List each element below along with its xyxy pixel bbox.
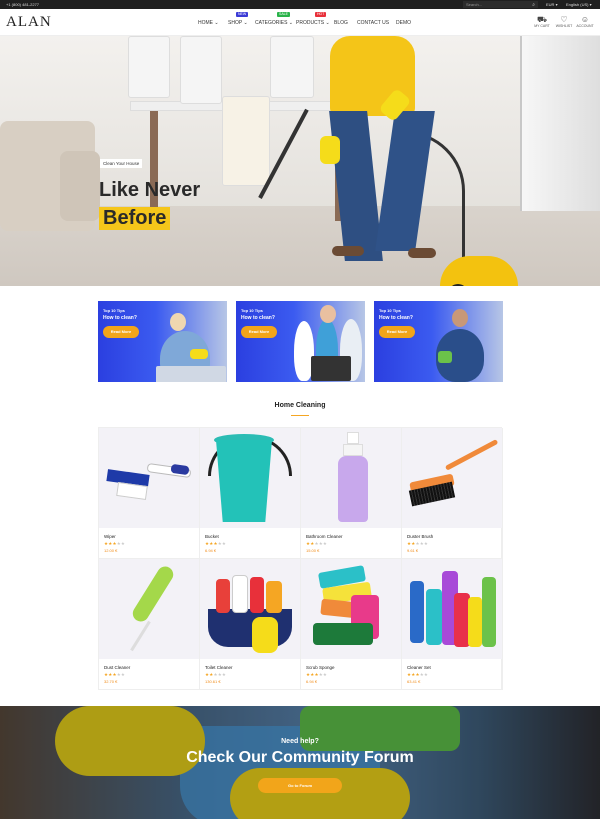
nav-demo[interactable]: DEMO [396,20,411,26]
product-name[interactable]: Bathroom Cleaner [306,534,343,539]
product-name[interactable]: Scrub Sponge [306,665,335,670]
section-title: Home Cleaning [274,402,326,409]
product-card[interactable]: Cleaner Set ★★★★★ 63.41 € [402,559,503,690]
window-image [520,36,600,211]
currency-selector[interactable]: EUR ▾ [546,2,558,7]
rating-stars: ★★★★★ [205,672,227,677]
product-price: 130.61 € [205,679,221,684]
sale-badge: SALE [277,12,290,17]
wishlist-button[interactable]: ♡ WISHLIST [554,15,574,28]
search-placeholder: Search... [466,2,483,7]
product-name[interactable]: Wiper [104,534,116,539]
nav-categories[interactable]: SALE CATEGORIES ⌄ [255,12,293,26]
product-card[interactable]: Bathroom Cleaner ★★★★★ 15.00 € [301,428,402,559]
product-price: 9.61 € [407,548,419,553]
search-icon[interactable]: ⌕ [532,2,535,8]
product-price: 15.00 € [306,548,320,553]
nav-contact[interactable]: CONTACT US [357,20,389,26]
search-input[interactable]: Search... ⌕ [463,1,538,8]
section-underline [291,415,309,416]
hero-title-line1: Like Never [99,179,201,201]
promo-banner-1[interactable]: Top 10 Tips How to clean? Read More [98,301,227,382]
language-selector[interactable]: English (US) ▾ [566,2,592,7]
product-card[interactable]: Wiper ★★★★★ 12.00 € [99,428,200,559]
bottles-icon[interactable] [402,559,502,659]
rating-stars: ★★★★★ [407,672,429,677]
community-forum-banner: Need help? Check Our Community Forum Go … [0,706,600,819]
hero-tag: Clean Your House [100,159,143,168]
read-more-button[interactable]: Read More [379,326,415,338]
top-bar: +1 (800) 481-2277 Search... ⌕ EUR ▾ Engl… [0,0,600,9]
account-button[interactable]: ☺ ACCOUNT [575,15,595,28]
product-name[interactable]: Duster Brush [407,534,433,539]
product-name[interactable]: Toilet Cleaner [205,665,233,670]
product-price: 6.94 € [306,679,318,684]
sponge-icon[interactable] [301,559,401,659]
product-name[interactable]: Dust Cleaner [104,665,130,670]
product-card[interactable]: Toilet Cleaner ★★★★★ 130.61 € [200,559,301,690]
phone-number[interactable]: +1 (800) 481-2277 [6,2,39,7]
product-card[interactable]: Bucket ★★★★★ 6.94 € [200,428,301,559]
nav-blog[interactable]: BLOG [334,20,348,26]
user-icon: ☺ [580,15,590,24]
brush-icon[interactable] [402,428,502,528]
product-card[interactable]: Scrub Sponge ★★★★★ 6.94 € [301,559,402,690]
new-badge: NEW [236,12,249,17]
duster-icon[interactable] [99,559,199,659]
product-name[interactable]: Cleaner Set [407,665,431,670]
product-price: 32.70 € [104,679,118,684]
nav-shop[interactable]: NEW SHOP ⌄ [228,12,249,26]
bucket-icon[interactable] [200,428,300,528]
cart-button[interactable]: ⛟ MY CART [532,15,552,28]
cart-icon: ⛟ [536,15,548,24]
rating-stars: ★★★★★ [407,541,429,546]
rating-stars: ★★★★★ [306,541,328,546]
go-to-forum-button[interactable]: Go to Forum [258,778,342,793]
sofa-image [0,121,100,231]
hero-banner: Clean Your House Like Never Before [0,36,600,286]
product-price: 63.41 € [407,679,421,684]
bottle-icon[interactable] [301,428,401,528]
product-card[interactable]: Dust Cleaner ★★★★★ 32.70 € [99,559,200,690]
product-card[interactable]: Duster Brush ★★★★★ 9.61 € [402,428,503,559]
rating-stars: ★★★★★ [104,672,126,677]
rating-stars: ★★★★★ [306,672,328,677]
product-price: 12.00 € [104,548,118,553]
promo-banner-2[interactable]: Top 10 Tips How to clean? Read More [236,301,365,382]
hot-badge: HOT [315,12,327,17]
wiper-icon[interactable] [99,428,199,528]
heart-icon: ♡ [560,15,568,24]
hero-title-line2: Before [99,207,171,230]
nav-home[interactable]: HOME ⌄ [198,20,219,26]
read-more-button[interactable]: Read More [241,326,277,338]
rating-stars: ★★★★★ [104,541,126,546]
promo-banner-3[interactable]: Top 10 Tips How to clean? Read More [374,301,503,382]
logo[interactable]: ALAN [6,14,52,31]
cta-title: Check Our Community Forum [186,749,414,766]
cleaning-kit-icon[interactable] [200,559,300,659]
product-price: 6.94 € [205,548,217,553]
read-more-button[interactable]: Read More [103,326,139,338]
site-header: ALAN HOME ⌄ NEW SHOP ⌄ SALE CATEGORIES ⌄ H… [0,9,600,36]
product-grid: Wiper ★★★★★ 12.00 € Bucket ★★★★★ 6.94 € … [98,427,503,690]
cta-subtitle: Need help? [281,738,319,745]
product-name[interactable]: Bucket [205,534,219,539]
nav-products[interactable]: HOT PRODUCTS ⌄ [296,12,330,26]
rating-stars: ★★★★★ [205,541,227,546]
